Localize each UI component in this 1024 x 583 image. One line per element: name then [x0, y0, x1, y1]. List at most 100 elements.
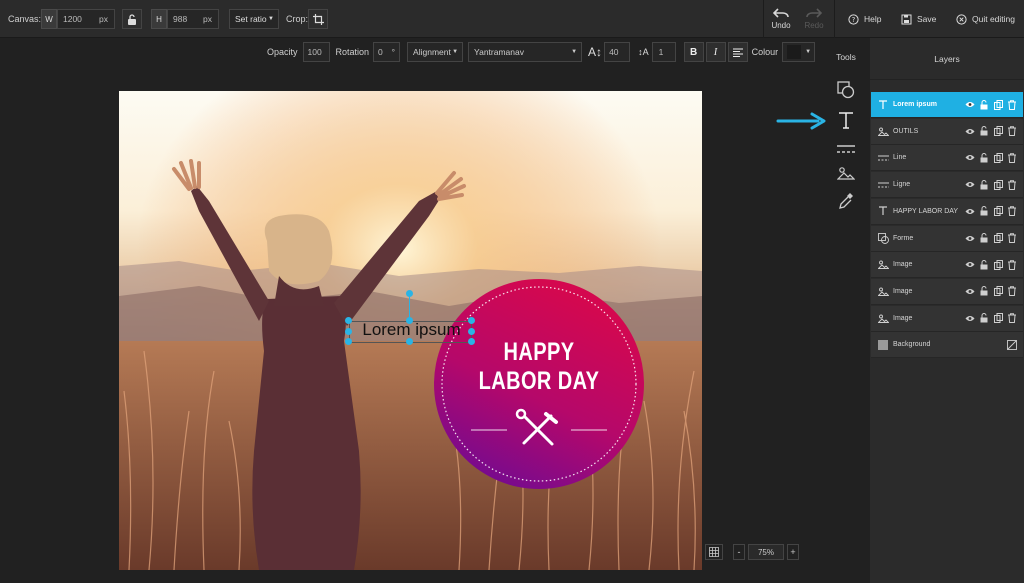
height-field[interactable]: 988 px — [167, 9, 219, 29]
unlock-icon[interactable] — [979, 286, 989, 296]
trash-icon[interactable] — [1007, 126, 1017, 137]
zoom-value[interactable]: 75% — [748, 544, 784, 560]
trash-icon[interactable] — [1007, 259, 1017, 270]
trash-icon[interactable] — [1007, 179, 1017, 190]
font-size-input[interactable]: 40 — [604, 42, 631, 62]
resize-handle-bl[interactable] — [345, 338, 352, 345]
save-button[interactable]: Save — [901, 0, 936, 38]
opacity-value[interactable]: 100 — [308, 47, 322, 57]
colour-picker[interactable]: ▼ — [782, 42, 816, 62]
eye-icon[interactable] — [965, 126, 975, 136]
trash-icon[interactable] — [1007, 206, 1017, 217]
resize-handle-tr[interactable] — [468, 317, 475, 324]
undo-label: Undo — [771, 21, 791, 30]
layer-item[interactable]: Image — [871, 305, 1023, 332]
italic-button[interactable]: I — [705, 42, 726, 62]
unlock-icon[interactable] — [979, 179, 989, 190]
trash-icon[interactable] — [1007, 153, 1017, 163]
unlock-icon[interactable] — [979, 126, 989, 136]
redo-button[interactable]: Redo — [800, 0, 828, 38]
rotate-handle[interactable] — [406, 290, 413, 297]
line-tool[interactable] — [837, 144, 855, 156]
badge-title[interactable]: HAPPY LABOR DAY — [475, 338, 603, 396]
design-canvas[interactable]: HAPPY LABOR DAY Lorem ipsum — [119, 91, 702, 570]
eye-icon[interactable] — [965, 206, 975, 216]
trash-icon[interactable] — [1007, 286, 1017, 297]
eye-icon[interactable] — [965, 260, 975, 270]
layer-item[interactable]: Image — [871, 278, 1023, 305]
help-button[interactable]: ? Help — [848, 0, 881, 38]
trash-icon[interactable] — [1007, 313, 1017, 324]
layer-item[interactable]: Ligne — [871, 172, 1023, 199]
trash-icon[interactable] — [1007, 99, 1017, 110]
resize-handle-r[interactable] — [468, 328, 475, 335]
duplicate-icon[interactable] — [993, 233, 1003, 243]
font-family-dropdown[interactable]: Yantramanav ▼ — [468, 42, 583, 62]
layer-item[interactable]: Lorem ipsum — [871, 92, 1023, 118]
undo-button[interactable]: Undo — [767, 0, 795, 38]
unlock-icon[interactable] — [979, 99, 989, 110]
width-field[interactable]: 1200 px — [57, 9, 115, 29]
duplicate-icon[interactable] — [993, 126, 1003, 137]
resize-handle-tl[interactable] — [345, 317, 352, 324]
grid-toggle-button[interactable] — [705, 544, 723, 560]
alignment-dropdown[interactable]: Alignment ▼ — [407, 42, 464, 62]
layer-item[interactable]: Forme — [871, 225, 1023, 252]
eye-icon[interactable] — [965, 100, 975, 110]
layer-item[interactable]: Line — [871, 145, 1023, 172]
eye-icon[interactable] — [965, 233, 975, 243]
layer-item[interactable]: Background — [871, 332, 1023, 359]
text-tool[interactable] — [836, 110, 856, 132]
chevron-down-icon: ▼ — [268, 16, 274, 22]
layer-name: Image — [893, 314, 913, 322]
opacity-input[interactable]: 100 — [302, 42, 330, 62]
duplicate-icon[interactable] — [993, 152, 1003, 163]
eye-icon[interactable] — [965, 313, 975, 323]
unlock-icon[interactable] — [979, 233, 989, 243]
trash-icon[interactable] — [1007, 233, 1017, 243]
duplicate-icon[interactable] — [993, 179, 1003, 190]
duplicate-icon[interactable] — [993, 286, 1003, 297]
crop-button[interactable] — [308, 9, 328, 29]
duplicate-icon[interactable] — [993, 99, 1003, 110]
rotation-value[interactable]: 0 — [378, 47, 383, 57]
quit-editing-button[interactable]: Quit editing — [956, 0, 1015, 38]
resize-handle-t[interactable] — [406, 317, 413, 324]
layer-item[interactable]: Image — [871, 252, 1023, 279]
bold-button[interactable]: B — [683, 42, 704, 62]
shapes-tool[interactable] — [837, 81, 855, 101]
unlock-icon[interactable] — [979, 313, 989, 323]
eye-icon[interactable] — [965, 286, 975, 296]
height-value[interactable]: 988 — [173, 14, 187, 24]
shapes-icon — [837, 81, 855, 99]
line-icon — [877, 152, 889, 164]
zoom-in-button[interactable]: + — [787, 544, 799, 560]
text-icon — [877, 205, 889, 217]
image-tool[interactable] — [836, 166, 856, 182]
width-value[interactable]: 1200 — [63, 14, 82, 24]
lock-ratio-button[interactable] — [122, 9, 142, 29]
font-size-value[interactable]: 40 — [609, 47, 618, 57]
unlock-icon[interactable] — [979, 152, 989, 163]
layer-item[interactable]: HAPPY LABOR DAY — [871, 198, 1023, 225]
layer-item[interactable]: OUTILS — [871, 118, 1023, 145]
transparent-toggle-icon[interactable] — [1007, 339, 1017, 350]
close-circle-icon — [956, 13, 967, 25]
eye-icon[interactable] — [965, 153, 975, 163]
resize-handle-br[interactable] — [468, 338, 475, 345]
set-ratio-dropdown[interactable]: Set ratio ▼ — [229, 9, 279, 29]
resize-handle-b[interactable] — [406, 338, 413, 345]
zoom-out-button[interactable]: - — [733, 544, 745, 560]
eyedropper-tool[interactable] — [838, 192, 854, 212]
resize-handle-l[interactable] — [345, 328, 352, 335]
unlock-icon[interactable] — [979, 259, 989, 270]
duplicate-icon[interactable] — [993, 313, 1003, 324]
duplicate-icon[interactable] — [993, 259, 1003, 270]
line-height-input[interactable]: 1 — [651, 42, 676, 62]
line-height-value[interactable]: 1 — [659, 47, 664, 57]
duplicate-icon[interactable] — [993, 206, 1003, 217]
rotation-input[interactable]: 0 ° — [373, 42, 401, 62]
eye-icon[interactable] — [965, 180, 975, 190]
unlock-icon[interactable] — [979, 206, 989, 216]
text-align-button[interactable] — [727, 42, 748, 62]
